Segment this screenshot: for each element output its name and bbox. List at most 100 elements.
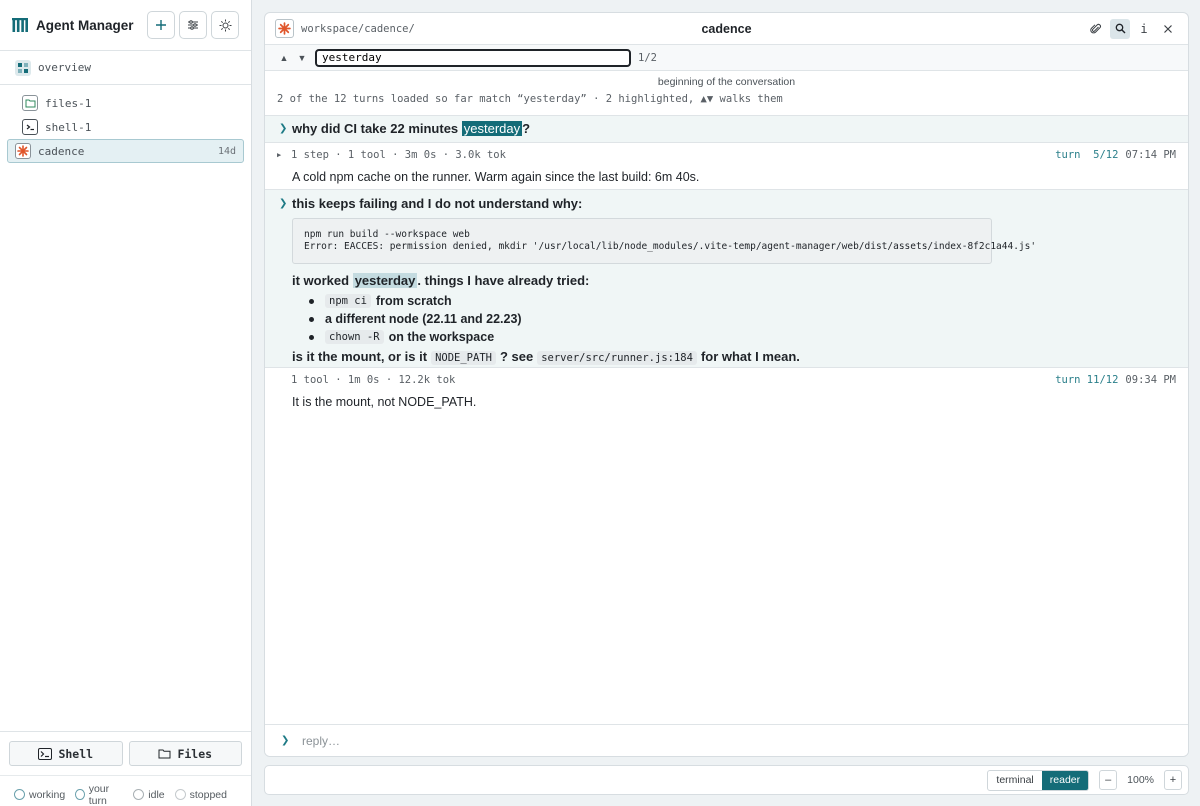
- user-message: ❯ why did CI take 22 minutes yesterday?: [265, 115, 1188, 143]
- search-button[interactable]: [1110, 18, 1130, 39]
- turn-time: 07:14 PM: [1125, 148, 1176, 161]
- sidebar: Agent Manager overview files-1 shell-1 c…: [0, 0, 252, 806]
- list-item: chown -R on the workspace: [309, 328, 1176, 346]
- legend-label: working: [29, 788, 66, 801]
- turn-stats: 1 step · 1 tool · 3m 0s · 3.0k tok: [291, 148, 506, 161]
- zoom-out-button[interactable]: –: [1099, 770, 1118, 790]
- mode-terminal-button[interactable]: terminal: [988, 771, 1041, 790]
- app-logo-icon: [12, 17, 28, 33]
- sidebar-item-overview[interactable]: overview: [0, 51, 251, 85]
- info-button[interactable]: i: [1134, 19, 1154, 39]
- close-button[interactable]: [1158, 19, 1178, 39]
- new-session-button[interactable]: [147, 11, 175, 39]
- search-count: 1/2: [638, 51, 657, 64]
- legend-label: your turn: [88, 782, 110, 806]
- asterisk-icon: [15, 143, 31, 159]
- app-title: Agent Manager: [36, 17, 134, 33]
- status-legend: working your turn idle stopped: [0, 775, 251, 806]
- legend-your-turn: your turn: [75, 783, 123, 806]
- conversation-beginning: beginning of the conversation: [657, 76, 796, 88]
- shell-button[interactable]: Shell: [9, 741, 123, 766]
- prev-match-button[interactable]: ▲: [275, 53, 293, 63]
- zoom-in-button[interactable]: +: [1164, 770, 1182, 790]
- assistant-message: ▶ 1 step · 1 tool · 3m 0s · 3.0k tok tur…: [265, 143, 1188, 189]
- chevron-right-icon: ❯: [279, 123, 288, 134]
- session-path: workspace/cadence/: [301, 22, 415, 35]
- search-highlight-current: yesterday: [461, 121, 523, 136]
- asterisk-icon: [275, 19, 294, 38]
- turn-meta[interactable]: ▶ 1 step · 1 tool · 3m 0s · 3.0k tok tur…: [277, 147, 1176, 162]
- turn-meta[interactable]: 1 tool · 1m 0s · 12.2k tok turn 11/12 09…: [277, 372, 1176, 387]
- expand-caret-icon: ▶: [277, 150, 282, 159]
- user-message-text: is it the mount, or is it NODE_PATH? see s…: [292, 349, 800, 365]
- list-item: a different node (22.11 and 22.23): [309, 310, 1176, 328]
- sun-icon: [219, 19, 231, 31]
- zoom-level: 100%: [1127, 774, 1154, 786]
- legend-label: stopped: [189, 788, 227, 801]
- legend-idle: idle: [133, 788, 165, 801]
- close-icon: [1164, 24, 1172, 33]
- chevron-right-icon: ❯: [281, 735, 290, 746]
- legend-label: idle: [148, 788, 165, 801]
- user-message: ❯ this keeps failing and I do not unders…: [265, 189, 1188, 368]
- settings-button[interactable]: [179, 11, 207, 39]
- status-ring-icon: [133, 789, 145, 800]
- overview-icon: [15, 59, 31, 76]
- view-controls-bar: terminal reader – 100% +: [264, 765, 1189, 795]
- inline-code: server/src/runner.js:184: [537, 351, 697, 365]
- next-match-button[interactable]: ▼: [293, 53, 311, 63]
- folder-icon: [158, 749, 171, 759]
- sliders-icon: [188, 20, 198, 30]
- legend-stopped: stopped: [174, 788, 227, 801]
- files-button[interactable]: Files: [128, 741, 242, 766]
- sidebar-item-files-1[interactable]: files-1: [7, 91, 244, 115]
- sidebar-item-shell-1[interactable]: shell-1: [7, 115, 244, 139]
- match-summary: 2 of the 12 turns loaded so far match “y…: [277, 93, 783, 105]
- status-ring-icon: [174, 789, 186, 800]
- folder-icon: [22, 95, 38, 111]
- session-age: 14d: [217, 145, 236, 157]
- mode-reader-button[interactable]: reader: [1041, 770, 1089, 790]
- assistant-message: 1 tool · 1m 0s · 12.2k tok turn 11/12 09…: [265, 368, 1188, 417]
- inline-code: npm ci: [325, 294, 371, 308]
- search-input[interactable]: [315, 48, 631, 67]
- search-bar: ▲ ▼ 1/2: [265, 45, 1188, 71]
- attach-button[interactable]: [1086, 19, 1106, 39]
- files-button-label: Files: [177, 746, 213, 761]
- inline-code: NODE_PATH: [431, 351, 496, 365]
- assistant-text: It is the mount, not NODE_PATH.: [292, 395, 477, 409]
- search-highlight: yesterday: [352, 273, 418, 288]
- reply-bar: ❯: [265, 724, 1188, 756]
- turn-time: 09:34 PM: [1125, 373, 1176, 386]
- view-mode-toggle: terminal reader: [987, 769, 1090, 791]
- chevron-right-icon: ❯: [279, 198, 288, 209]
- shell-button-label: Shell: [58, 746, 94, 761]
- assistant-text: A cold npm cache on the runner. Warm aga…: [292, 170, 700, 184]
- turn-number[interactable]: turn 11/12: [1055, 374, 1118, 386]
- list-item: npm ci from scratch: [309, 292, 1176, 310]
- theme-toggle-button[interactable]: [211, 11, 239, 39]
- user-message-text: it worked yesterday. things I have alrea…: [292, 273, 590, 288]
- terminal-icon: [38, 747, 53, 760]
- legend-working: working: [14, 789, 65, 801]
- reply-input[interactable]: [302, 733, 902, 748]
- status-ring-icon: [75, 789, 85, 800]
- session-panel: workspace/cadence/ cadence i ▲ ▼ 1/2 beg…: [264, 12, 1189, 757]
- sidebar-item-label: cadence: [38, 144, 85, 158]
- plus-icon: [156, 20, 166, 30]
- info-icon: i: [1140, 21, 1148, 36]
- paperclip-icon: [1090, 23, 1101, 33]
- user-message-text: why did CI take 22 minutes yesterday?: [292, 121, 531, 136]
- turn-number[interactable]: turn 5/12: [1055, 149, 1118, 161]
- code-block: npm run build --workspace web Error: EAC…: [292, 218, 1036, 264]
- sidebar-footer: Shell Files working your turn idle stopp…: [0, 731, 251, 806]
- user-message-text: this keeps failing and I do not understa…: [292, 196, 583, 211]
- sidebar-header: Agent Manager: [0, 0, 251, 51]
- inline-code: chown -R: [325, 330, 384, 344]
- session-header: workspace/cadence/ cadence i: [265, 13, 1188, 45]
- sidebar-item-label: overview: [38, 61, 91, 74]
- sidebar-item-label: files-1: [45, 96, 92, 110]
- sidebar-item-cadence[interactable]: cadence 14d: [7, 139, 244, 163]
- session-list: files-1 shell-1 cadence 14d: [0, 85, 251, 163]
- terminal-icon: [22, 119, 38, 135]
